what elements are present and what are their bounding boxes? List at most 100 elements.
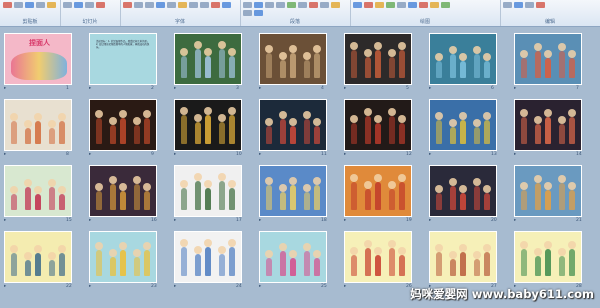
transition-icon[interactable]: ▸: [514, 218, 516, 223]
ribbon-tool-icon[interactable]: [222, 2, 231, 8]
ribbon-tool-icon[interactable]: [96, 2, 105, 8]
transition-icon[interactable]: ▸: [4, 218, 6, 223]
transition-icon[interactable]: ▸: [344, 218, 346, 223]
transition-icon[interactable]: ▸: [89, 152, 91, 157]
transition-icon[interactable]: ▸: [174, 86, 176, 91]
ribbon-tool-icon[interactable]: [276, 2, 285, 8]
ribbon-tool-icon[interactable]: [525, 2, 534, 8]
transition-icon[interactable]: ▸: [344, 152, 346, 157]
transition-icon[interactable]: ▸: [259, 152, 261, 157]
ribbon-tool-icon[interactable]: [386, 2, 395, 8]
transition-icon[interactable]: ▸: [344, 86, 346, 91]
slide-thumbnail[interactable]: [344, 231, 412, 283]
transition-icon[interactable]: ▸: [429, 152, 431, 157]
ribbon-tool-icon[interactable]: [397, 2, 406, 8]
ribbon-tool-icon[interactable]: [375, 2, 384, 8]
photo-figure: [25, 187, 31, 210]
transition-icon[interactable]: ▸: [174, 284, 176, 289]
ribbon-tool-icon[interactable]: [156, 2, 165, 8]
transition-icon[interactable]: ▸: [4, 152, 6, 157]
slide-thumbnail[interactable]: [174, 33, 242, 85]
slide-thumbnail[interactable]: [259, 99, 327, 151]
transition-icon[interactable]: ▸: [174, 152, 176, 157]
ribbon-tool-icon[interactable]: [200, 2, 209, 8]
transition-icon[interactable]: ▸: [429, 86, 431, 91]
ribbon-tool-icon[interactable]: [309, 2, 318, 8]
slide-thumbnail[interactable]: [259, 165, 327, 217]
ribbon-tool-icon[interactable]: [25, 2, 34, 8]
slide-thumbnail[interactable]: [174, 99, 242, 151]
slide-thumbnail[interactable]: [259, 33, 327, 85]
ribbon-tool-icon[interactable]: [265, 2, 274, 8]
transition-icon[interactable]: ▸: [4, 284, 6, 289]
ribbon-tool-icon[interactable]: [14, 2, 23, 8]
ribbon-tool-icon[interactable]: [441, 2, 450, 8]
ribbon-tool-icon[interactable]: [167, 2, 176, 8]
slide-thumbnail[interactable]: 活动目标：1. 欣赏面塑作品，感受民间艺术的美。 2. 尝试用彩泥塑造简单的人物…: [89, 33, 157, 85]
ribbon-tool-icon[interactable]: [254, 2, 263, 8]
transition-icon[interactable]: ▸: [344, 284, 346, 289]
transition-icon[interactable]: ▸: [514, 86, 516, 91]
ribbon-tool-icon[interactable]: [298, 2, 307, 8]
ribbon-tool-icon[interactable]: [254, 10, 263, 16]
ribbon-tool-icon[interactable]: [364, 2, 373, 8]
slide-thumbnail[interactable]: [429, 99, 497, 151]
slide-thumbnail[interactable]: [429, 165, 497, 217]
transition-icon[interactable]: ▸: [259, 218, 261, 223]
slide-thumbnail[interactable]: [514, 231, 582, 283]
ribbon-tool-icon[interactable]: [503, 2, 512, 8]
slide-thumbnail[interactable]: [514, 33, 582, 85]
transition-icon[interactable]: ▸: [174, 218, 176, 223]
ribbon-tool-icon[interactable]: [536, 2, 545, 8]
slide-thumbnail[interactable]: [4, 165, 72, 217]
slide-thumbnail[interactable]: [344, 165, 412, 217]
slide-thumbnail[interactable]: [514, 165, 582, 217]
ribbon-tool-icon[interactable]: [123, 2, 132, 8]
slide-thumbnail[interactable]: [429, 231, 497, 283]
transition-icon[interactable]: ▸: [259, 284, 261, 289]
transition-icon[interactable]: ▸: [89, 86, 91, 91]
ribbon-tool-icon[interactable]: [514, 2, 523, 8]
ribbon-tool-icon[interactable]: [419, 2, 428, 8]
slide-thumbnail[interactable]: [429, 33, 497, 85]
ribbon-tool-icon[interactable]: [243, 2, 252, 8]
ribbon-tool-icon[interactable]: [3, 2, 12, 8]
photo-figure: [205, 247, 211, 276]
slide-thumbnail[interactable]: [514, 99, 582, 151]
ribbon-tool-icon[interactable]: [243, 10, 252, 16]
slide-thumbnail[interactable]: [174, 231, 242, 283]
slide-thumbnail[interactable]: [4, 99, 72, 151]
ribbon-tool-icon[interactable]: [353, 2, 362, 8]
slide-thumbnail[interactable]: [174, 165, 242, 217]
ribbon-tool-icon[interactable]: [211, 2, 220, 8]
ribbon-tool-icon[interactable]: [74, 2, 83, 8]
transition-icon[interactable]: ▸: [4, 86, 6, 91]
slide-thumbnail[interactable]: [89, 165, 157, 217]
slide-thumbnail[interactable]: [344, 33, 412, 85]
slide-thumbnail[interactable]: 捏面人: [4, 33, 72, 85]
ribbon-tool-icon[interactable]: [408, 2, 417, 8]
ribbon-tool-icon[interactable]: [287, 2, 296, 8]
transition-icon[interactable]: ▸: [259, 86, 261, 91]
slide-thumbnail[interactable]: [89, 99, 157, 151]
transition-icon[interactable]: ▸: [514, 152, 516, 157]
transition-icon[interactable]: ▸: [89, 218, 91, 223]
slide-thumbnail[interactable]: [344, 99, 412, 151]
ribbon-tool-icon[interactable]: [189, 2, 198, 8]
ribbon-tool-icon[interactable]: [63, 2, 72, 8]
ribbon-tool-icon[interactable]: [47, 2, 56, 8]
ribbon-tool-icon[interactable]: [145, 2, 154, 8]
ribbon-tool-icon[interactable]: [134, 2, 143, 8]
ribbon-tool-icon[interactable]: [320, 2, 329, 8]
ribbon-tool-icon[interactable]: [36, 2, 45, 8]
slide-thumbnail[interactable]: [4, 231, 72, 283]
transition-icon[interactable]: ▸: [429, 218, 431, 223]
slide-thumbnail[interactable]: [259, 231, 327, 283]
transition-icon[interactable]: ▸: [89, 284, 91, 289]
slide-thumbnail[interactable]: [89, 231, 157, 283]
ribbon-tool-icon[interactable]: [430, 2, 439, 8]
ribbon-tool-icon[interactable]: [331, 2, 340, 8]
ribbon-tool-icon[interactable]: [178, 2, 187, 8]
ribbon-group-label: 剪贴板: [22, 19, 38, 25]
ribbon-tool-icon[interactable]: [85, 2, 94, 8]
